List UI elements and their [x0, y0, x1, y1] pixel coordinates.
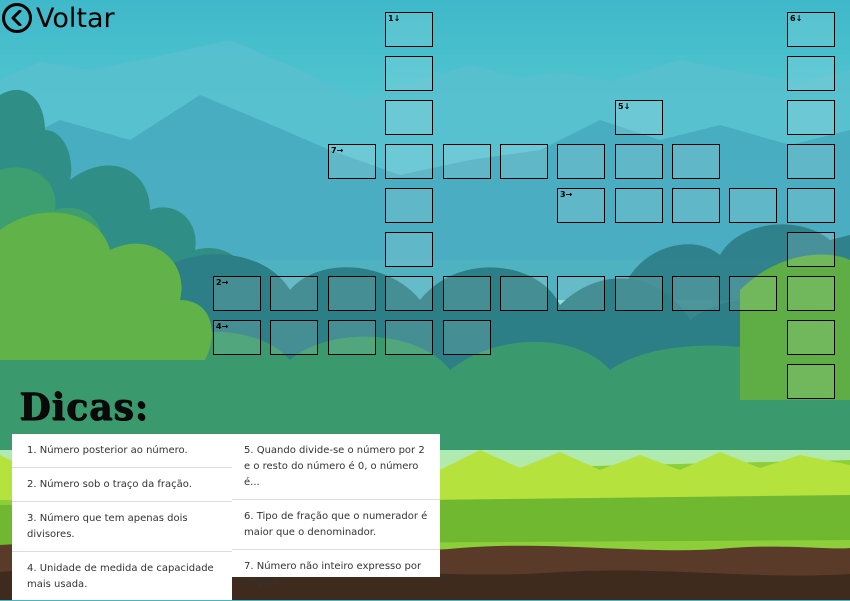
crossword-cell[interactable]: [615, 188, 663, 223]
crossword-cell[interactable]: [385, 276, 433, 311]
crossword-cell[interactable]: [328, 320, 376, 355]
hint-item: 1. Número posterior ao número.: [12, 434, 232, 468]
crossword-cell[interactable]: [787, 276, 835, 311]
crossword-cell[interactable]: [787, 188, 835, 223]
crossword-cell[interactable]: [787, 56, 835, 91]
crossword-cell[interactable]: [270, 320, 318, 355]
crossword-cell[interactable]: [672, 188, 720, 223]
crossword-cell[interactable]: [385, 144, 433, 179]
crossword-cell[interactable]: [615, 276, 663, 311]
crossword-cell[interactable]: [385, 188, 433, 223]
crossword-cell[interactable]: [787, 144, 835, 179]
crossword-cell[interactable]: [787, 320, 835, 355]
chevron-left-icon: [2, 3, 32, 33]
crossword-cell[interactable]: 1↓: [385, 12, 433, 47]
crossword-cell[interactable]: 3→: [557, 188, 605, 223]
clue-number-4: 4→: [216, 322, 229, 331]
crossword-cell[interactable]: [443, 276, 491, 311]
crossword-cell[interactable]: [787, 100, 835, 135]
crossword-cell[interactable]: [615, 144, 663, 179]
clue-number-6: 6↓: [790, 14, 803, 23]
back-button[interactable]: Voltar: [0, 0, 115, 36]
crossword-cell[interactable]: [270, 276, 318, 311]
crossword-cell[interactable]: [729, 188, 777, 223]
hints-title: Dicas:: [19, 384, 149, 430]
clue-number-2: 2→: [216, 278, 229, 287]
clue-number-3: 3→: [560, 190, 573, 199]
hint-item: 2. Número sob o traço da fração.: [12, 468, 232, 502]
crossword-cell[interactable]: [328, 276, 376, 311]
crossword-cell[interactable]: 2→: [213, 276, 261, 311]
clue-number-1: 1↓: [388, 14, 401, 23]
crossword-cell[interactable]: [385, 100, 433, 135]
crossword-cell[interactable]: [385, 56, 433, 91]
crossword-cell[interactable]: [729, 276, 777, 311]
hints-list-right: 5. Quando divide-se o número por 2 e o r…: [232, 434, 440, 588]
crossword-cell[interactable]: 4→: [213, 320, 261, 355]
crossword-cell[interactable]: [443, 144, 491, 179]
crossword-cell[interactable]: [557, 276, 605, 311]
crossword-cell[interactable]: [557, 144, 605, 179]
crossword-cell[interactable]: [787, 364, 835, 399]
crossword-cell[interactable]: [672, 144, 720, 179]
hint-item: 3. Número que tem apenas dois divisores.: [12, 502, 232, 552]
crossword-cell[interactable]: 7→: [328, 144, 376, 179]
clue-number-7: 7→: [331, 146, 344, 155]
clue-number-5: 5↓: [618, 102, 631, 111]
hints-list-left: 1. Número posterior ao número. 2. Número…: [12, 434, 232, 600]
back-label: Voltar: [36, 2, 115, 34]
crossword-cell[interactable]: [385, 320, 433, 355]
crossword-cell[interactable]: [443, 320, 491, 355]
crossword-cell[interactable]: [385, 232, 433, 267]
hint-item: 7. Número não inteiro expresso por vírgu…: [244, 561, 422, 588]
hint-item: 5. Quando divide-se o número por 2 e o r…: [232, 434, 440, 500]
crossword-cell[interactable]: 6↓: [787, 12, 835, 47]
crossword-cell[interactable]: 5↓: [615, 100, 663, 135]
hint-item: 6. Tipo de fração que o numerador é maio…: [232, 500, 440, 550]
hint-item: 4. Unidade de medida de capacidade mais …: [27, 563, 214, 590]
crossword-cell[interactable]: [500, 144, 548, 179]
crossword-cell[interactable]: [672, 276, 720, 311]
crossword-cell[interactable]: [787, 232, 835, 267]
crossword-cell[interactable]: [500, 276, 548, 311]
